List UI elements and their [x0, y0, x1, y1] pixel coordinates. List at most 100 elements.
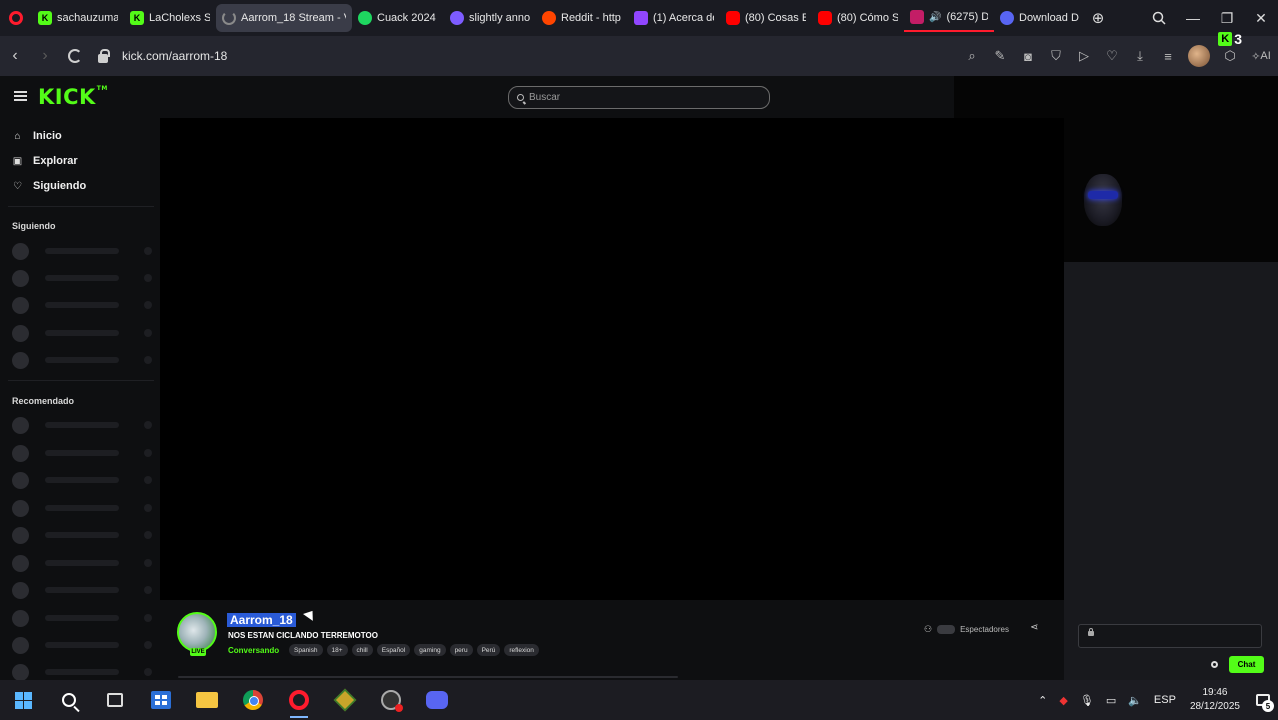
stream-category[interactable]: Conversando [228, 646, 279, 655]
tag[interactable]: gaming [414, 644, 446, 656]
tab-youtube-cosas[interactable]: (80) Cosas E: [720, 4, 812, 32]
tab-cuack[interactable]: Cuack 2024 - [352, 4, 444, 32]
notification-center-button[interactable]: 5 [1248, 680, 1278, 720]
start-button[interactable] [0, 680, 46, 720]
channel-name[interactable]: Aarrom_18 [227, 613, 296, 627]
opera-logo-icon [9, 11, 23, 25]
youtube-favicon-icon [726, 11, 740, 25]
chat-send-button[interactable]: Chat [1229, 656, 1264, 673]
chat-settings-icon[interactable] [1211, 661, 1218, 668]
bookmark-button[interactable]: ♡ [1098, 36, 1126, 76]
tab-youtube-como[interactable]: (80) Cómo S: [812, 4, 904, 32]
search-icon [62, 693, 76, 707]
tray-app-button[interactable]: ◆ [1053, 680, 1073, 720]
sidebar: ⌂ Inicio ▣ Explorar ♡ Siguiendo Siguiend… [0, 118, 160, 681]
lock-icon[interactable] [98, 48, 110, 63]
speaker-icon[interactable]: 🔊 [929, 12, 941, 23]
tag[interactable]: 18+ [326, 644, 348, 656]
tag[interactable]: chill [351, 644, 373, 656]
sidebar-divider [8, 206, 154, 207]
kick-extension-badge[interactable]: K 3 [1218, 31, 1242, 47]
system-tray: ⌃ ◆ 🎙 ▭ 🔈 ESP 19:46 28/12/2025 5 [1032, 680, 1278, 720]
minimize-button[interactable]: — [1176, 0, 1210, 36]
tab-label: (1) Acerca de [653, 12, 714, 24]
tab-slightly-annoying[interactable]: slightly anno [444, 4, 536, 32]
network-icon: ▭ [1105, 694, 1117, 707]
tag[interactable]: peru [449, 644, 473, 656]
video-player[interactable] [160, 118, 1064, 600]
tag[interactable]: Perú [476, 644, 501, 656]
sidebar-item-label: Inicio [33, 130, 62, 142]
mouse-cursor-icon [303, 607, 318, 621]
back-button[interactable]: ‹ [0, 36, 30, 76]
stream-tags: Spanish 18+ chill Español gaming peru Pe… [289, 644, 539, 656]
taskbar-opera[interactable] [276, 680, 322, 720]
new-tab-button[interactable]: ⊕ [1086, 0, 1110, 36]
language-indicator[interactable]: ESP [1148, 680, 1182, 720]
tag[interactable]: reflexion [504, 644, 539, 656]
tab-reddit[interactable]: Reddit - http [536, 4, 628, 32]
opera-menu-button[interactable] [0, 0, 32, 36]
sidebar-item-siguiendo[interactable]: ♡ Siguiendo [12, 177, 86, 195]
reload-button[interactable] [60, 36, 90, 76]
tab-search-button[interactable] [1142, 0, 1176, 36]
taskbar-file-explorer[interactable] [184, 680, 230, 720]
chat-input[interactable] [1078, 624, 1262, 648]
close-icon: ✕ [1255, 9, 1267, 26]
search-input[interactable] [529, 92, 749, 103]
channel-avatar[interactable] [177, 612, 217, 652]
sidebar-item-inicio[interactable]: ⌂ Inicio [12, 127, 62, 145]
recommended-skeleton-row [12, 636, 152, 654]
easy-setup-button[interactable]: ≡ [1154, 36, 1182, 76]
taskbar-store[interactable] [138, 680, 184, 720]
tag[interactable]: Spanish [289, 644, 323, 656]
page-search-button[interactable]: ⌕ [958, 36, 986, 76]
tray-overflow-button[interactable]: ⌃ [1032, 680, 1053, 720]
tab-label: (80) Cosas E: [745, 12, 806, 24]
task-view-button[interactable] [92, 680, 138, 720]
snapshot-edit-button[interactable]: ✎ [986, 36, 1014, 76]
tab-twitch-about[interactable]: (1) Acerca de [628, 4, 720, 32]
tab-kick-audio[interactable]: 🔊 (6275) D: [904, 4, 994, 32]
tab-lacholexs[interactable]: K LaCholexs St [124, 4, 216, 32]
tag[interactable]: Español [376, 644, 411, 656]
volume-button[interactable]: 🔈 [1122, 680, 1148, 720]
kick-favicon-icon [910, 10, 924, 24]
close-window-button[interactable]: ✕ [1244, 0, 1278, 36]
taskbar-app-5[interactable] [322, 680, 368, 720]
tab-aarrom-stream[interactable]: Aarrom_18 Stream - V [216, 4, 352, 32]
network-button[interactable]: ▭ [1100, 680, 1122, 720]
clock[interactable]: 19:46 28/12/2025 [1182, 686, 1248, 714]
taskbar-search-button[interactable] [46, 680, 92, 720]
sidebar-item-label: Explorar [33, 155, 78, 167]
snapshot-button[interactable]: ◙ [1014, 36, 1042, 76]
taskbar-app-6[interactable] [368, 680, 414, 720]
sidebar-divider [8, 380, 154, 381]
player-button[interactable]: ▷ [1070, 36, 1098, 76]
ai-button[interactable]: ✧ AI [1244, 36, 1278, 76]
share-icon[interactable]: ⋖ [1030, 622, 1038, 633]
taskbar-discord[interactable] [414, 680, 460, 720]
ai-icon: ✧ [1251, 50, 1261, 63]
address-field[interactable]: kick.com/aarrom-18 [122, 49, 227, 63]
search-box[interactable] [508, 86, 770, 109]
hamburger-menu-icon[interactable] [14, 91, 27, 101]
microphone-button[interactable]: 🎙 [1074, 680, 1100, 720]
recommended-skeleton-row [12, 609, 152, 627]
info-divider [178, 676, 678, 678]
menu-icon: ≡ [1164, 48, 1172, 64]
tab-sachauzumal[interactable]: K sachauzumal [32, 4, 124, 32]
viewer-count: ⚇ Espectadores [924, 624, 1009, 635]
kick-logo[interactable]: KICKTM [38, 85, 108, 109]
forward-button[interactable]: › [30, 36, 60, 76]
downloads-button[interactable]: ⤓ [1126, 36, 1154, 76]
reddit-favicon-icon [542, 11, 556, 25]
profile-avatar[interactable] [1188, 45, 1210, 67]
sidebar-item-explorar[interactable]: ▣ Explorar [12, 152, 78, 170]
vpn-button[interactable]: ⛉ [1042, 36, 1070, 76]
tab-download-discord[interactable]: Download D [994, 4, 1086, 32]
tab-label: slightly anno [469, 12, 530, 24]
windows-logo-icon [14, 691, 32, 709]
folder-icon [196, 692, 218, 708]
taskbar-chrome[interactable] [230, 680, 276, 720]
